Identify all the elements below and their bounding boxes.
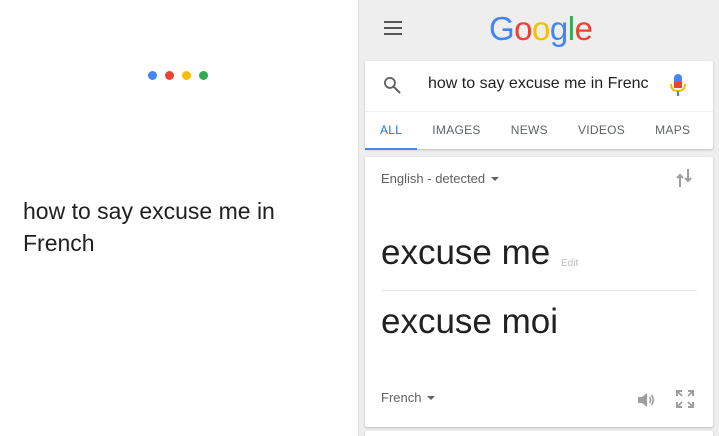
translation-divider — [381, 290, 697, 291]
search-tabs: ALL IMAGES NEWS VIDEOS MAPS — [365, 111, 713, 150]
tab-news[interactable]: NEWS — [496, 112, 563, 150]
logo-letter: G — [489, 10, 515, 47]
swap-languages-icon[interactable] — [676, 168, 692, 188]
logo-letter: o — [514, 10, 533, 47]
mic-icon[interactable] — [669, 73, 687, 97]
translated-text: excuse moi — [381, 302, 559, 341]
menu-line — [384, 27, 402, 29]
translate-card: English - detected excuse me Edit excuse… — [365, 157, 713, 427]
logo-letter: o — [532, 10, 550, 47]
google-logo[interactable]: Google — [489, 10, 593, 48]
tab-all[interactable]: ALL — [365, 112, 418, 150]
assistant-panel: how to say excuse me in French — [0, 0, 358, 436]
assistant-dot-blue — [148, 71, 157, 80]
search-bar: how to say excuse me in Frenc — [365, 61, 713, 109]
speaker-icon[interactable] — [636, 390, 656, 410]
tab-videos[interactable]: VIDEOS — [563, 112, 640, 150]
hamburger-menu-icon[interactable] — [384, 21, 402, 35]
caret-down-icon — [491, 176, 500, 181]
spoken-query: how to say excuse me in French — [23, 198, 275, 256]
logo-letter: l — [567, 10, 575, 47]
target-language-select[interactable]: French — [381, 390, 436, 405]
caret-down-icon — [427, 395, 436, 400]
source-language-select[interactable]: English - detected — [381, 171, 500, 186]
menu-line — [384, 33, 402, 35]
edit-link[interactable]: Edit — [561, 258, 578, 269]
assistant-dot-green — [199, 71, 208, 80]
tab-maps[interactable]: MAPS — [640, 112, 705, 150]
next-result-card — [365, 431, 713, 436]
tab-images[interactable]: IMAGES — [417, 112, 495, 150]
top-bar: Google — [359, 0, 719, 58]
logo-letter: e — [574, 10, 593, 47]
assistant-listening-dots — [148, 71, 208, 80]
target-language-label: French — [381, 390, 422, 405]
assistant-dot-yellow — [182, 71, 191, 80]
search-results-panel: Google how to say excuse me in Frenc ALL… — [359, 0, 719, 436]
source-text: excuse me — [381, 233, 551, 272]
logo-letter: g — [549, 10, 568, 47]
assistant-dot-red — [165, 71, 174, 80]
search-icon[interactable] — [382, 75, 402, 95]
fullscreen-icon[interactable] — [676, 390, 694, 408]
menu-line — [384, 21, 402, 23]
search-card: how to say excuse me in Frenc ALL IMAGES… — [365, 61, 713, 150]
source-language-label: English - detected — [381, 171, 486, 186]
search-input[interactable]: how to say excuse me in Frenc — [428, 75, 653, 93]
